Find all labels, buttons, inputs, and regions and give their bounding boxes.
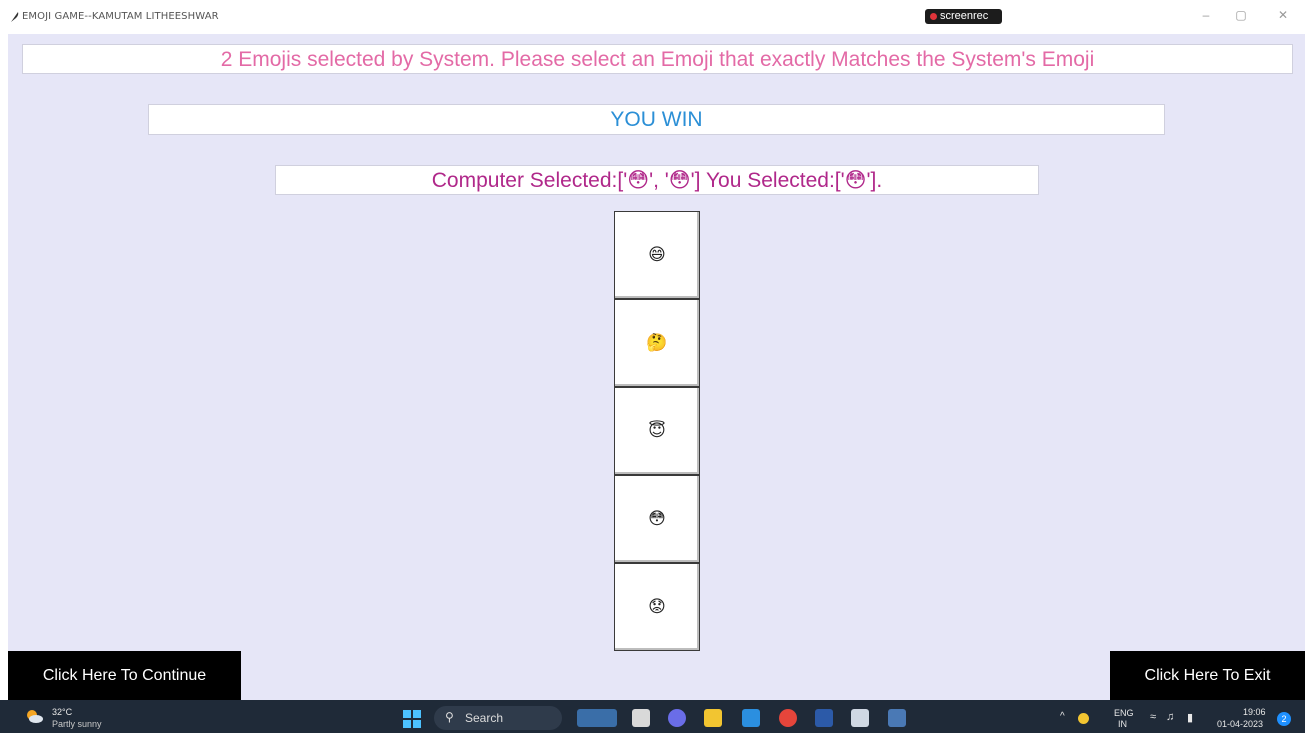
weather-temperature: 32°C	[52, 707, 73, 717]
chrome-icon[interactable]	[779, 709, 797, 727]
minimize-button[interactable]: –	[1196, 8, 1216, 22]
python-idle-icon[interactable]	[888, 709, 906, 727]
emoji-button-grinning[interactable]: 😄	[614, 211, 700, 299]
search-icon: ⚲	[445, 710, 454, 724]
window-title: EMOJI GAME--KAMUTAM LITHEESHWAR	[22, 11, 219, 22]
battery-icon[interactable]: ▮	[1187, 711, 1193, 724]
taskbar-search[interactable]: ⚲ Search	[434, 706, 562, 730]
result-label: YOU WIN	[148, 104, 1165, 135]
continue-button[interactable]: Click Here To Continue	[8, 651, 241, 700]
weather-condition: Partly sunny	[52, 719, 102, 729]
widgets-app-icon[interactable]	[577, 709, 617, 727]
restore-button[interactable]: ▢	[1231, 8, 1251, 22]
search-label: Search	[465, 711, 504, 725]
region-indicator[interactable]: IN	[1118, 719, 1127, 729]
close-button[interactable]: ✕	[1273, 8, 1293, 22]
file-explorer-icon[interactable]	[704, 709, 722, 727]
tray-app-icon[interactable]	[1078, 713, 1089, 724]
notification-badge[interactable]: 2	[1277, 712, 1291, 726]
weather-partly-sunny-icon[interactable]	[24, 708, 44, 724]
feather-icon	[11, 12, 19, 22]
recorder-label: screenrec	[940, 10, 989, 22]
word-icon[interactable]	[815, 709, 833, 727]
game-window: 2 Emojis selected by System. Please sele…	[8, 34, 1305, 700]
emoji-button-worried[interactable]: 😟	[614, 563, 700, 651]
emoji-button-smiling-halo[interactable]: 😇	[614, 387, 700, 475]
emoji-button-column: 😄 🤔 😇 😳 😟	[614, 211, 700, 651]
window-title-bar: EMOJI GAME--KAMUTAM LITHEESHWAR screenre…	[0, 0, 1305, 34]
windows-start-icon[interactable]	[403, 710, 421, 728]
exit-button[interactable]: Click Here To Exit	[1110, 651, 1305, 700]
chevron-up-icon[interactable]: ^	[1060, 711, 1065, 722]
emoji-button-flushed[interactable]: 😳	[614, 475, 700, 563]
screen-recorder-badge[interactable]: screenrec	[925, 9, 1002, 24]
volume-icon[interactable]: ♫	[1166, 711, 1174, 723]
snipping-tool-icon[interactable]	[851, 709, 869, 727]
vscode-icon[interactable]	[742, 709, 760, 727]
emoji-button-thinking[interactable]: 🤔	[614, 299, 700, 387]
clock-time[interactable]: 19:06	[1243, 707, 1266, 717]
selection-label: Computer Selected:['😳', '😳'] You Selecte…	[275, 165, 1039, 195]
instruction-label: 2 Emojis selected by System. Please sele…	[22, 44, 1293, 74]
wifi-icon[interactable]: ≈	[1150, 711, 1156, 723]
taskbar: 32°C Partly sunny ⚲ Search ^ ENG IN ≈ ♫ …	[0, 700, 1305, 733]
record-icon	[930, 13, 937, 20]
clock-date[interactable]: 01-04-2023	[1217, 719, 1263, 729]
teams-chat-icon[interactable]	[668, 709, 686, 727]
task-view-icon[interactable]	[632, 709, 650, 727]
language-indicator[interactable]: ENG	[1114, 708, 1134, 718]
